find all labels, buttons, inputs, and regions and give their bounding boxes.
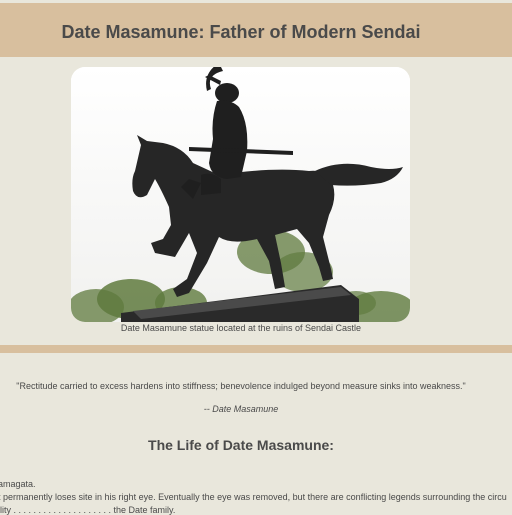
page-header: Date Masamune: Father of Modern Sendai <box>0 3 512 57</box>
life-text-line: t permanently loses site in his right ey… <box>0 492 507 502</box>
statue-image <box>71 67 410 322</box>
life-text-line: ility . . . . . . . . . . . . . . . . . … <box>0 505 176 515</box>
life-text-line: amagata. <box>0 479 36 489</box>
quote-text: "Rectitude carried to excess hardens int… <box>16 381 466 391</box>
page-title: Date Masamune: Father of Modern Sendai <box>61 22 421 42</box>
quote-attribution: -- Date Masamune <box>203 404 279 414</box>
life-heading: The Life of Date Masamune: <box>148 437 334 453</box>
section-divider <box>0 345 512 353</box>
photo-caption: Date Masamune statue located at the ruin… <box>120 323 362 333</box>
statue-photo <box>71 67 410 322</box>
